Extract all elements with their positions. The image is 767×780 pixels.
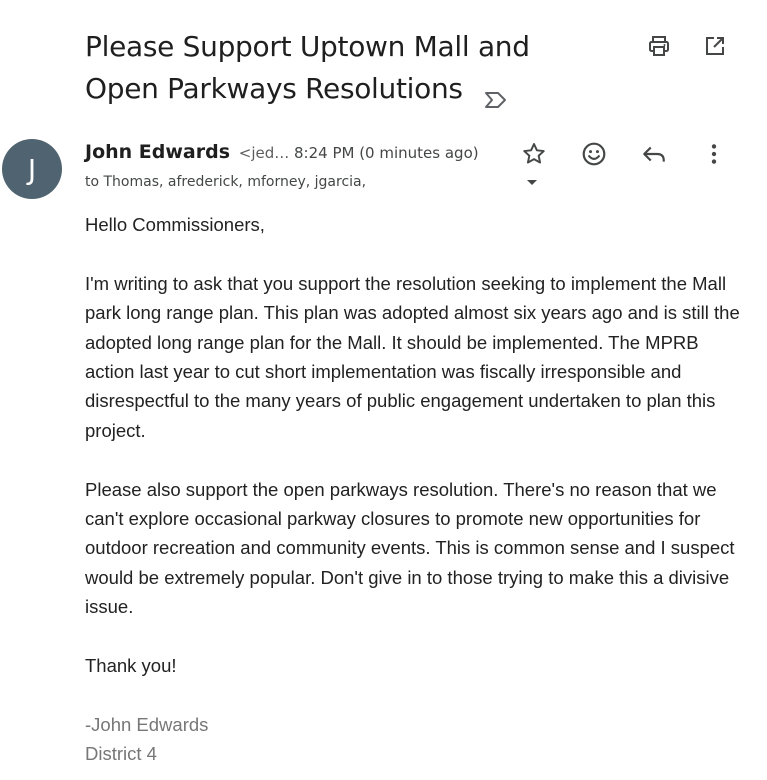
emoji-reaction-icon[interactable] bbox=[581, 141, 607, 167]
signature: -John Edwards District 4 bbox=[85, 710, 745, 769]
signature-name: -John Edwards bbox=[85, 713, 209, 735]
message-actions bbox=[521, 141, 727, 167]
sent-time: 8:24 PM (0 minutes ago) bbox=[294, 144, 479, 162]
message-body: Hello Commissioners, I'm writing to ask … bbox=[85, 210, 745, 769]
closing: Thank you! bbox=[85, 655, 177, 677]
print-icon[interactable] bbox=[646, 33, 672, 59]
sender-email: <jed… bbox=[238, 144, 290, 162]
thread-actions bbox=[646, 33, 728, 59]
more-vert-icon[interactable] bbox=[701, 141, 727, 167]
body-paragraph-2: Please also support the open parkways re… bbox=[85, 478, 735, 618]
subject-text: Please Support Uptown Mall and Open Park… bbox=[85, 30, 530, 105]
sender-name[interactable]: John Edwards bbox=[85, 141, 230, 163]
label-arrow-icon[interactable] bbox=[483, 80, 509, 108]
body-paragraph-1: I'm writing to ask that you support the … bbox=[85, 272, 740, 441]
email-subject: Please Support Uptown Mall and Open Park… bbox=[85, 26, 605, 110]
open-in-new-window-icon[interactable] bbox=[702, 33, 728, 59]
show-details-chevron-down-icon[interactable] bbox=[527, 180, 537, 185]
sender-line: John Edwards <jed… bbox=[85, 141, 289, 163]
avatar[interactable]: J bbox=[2, 139, 62, 199]
reply-icon[interactable] bbox=[641, 141, 667, 167]
star-icon[interactable] bbox=[521, 141, 547, 167]
signature-district: District 4 bbox=[85, 743, 157, 765]
greeting: Hello Commissioners, bbox=[85, 214, 265, 235]
recipients: to Thomas, afrederick, mforney, jgarcia, bbox=[85, 174, 367, 190]
